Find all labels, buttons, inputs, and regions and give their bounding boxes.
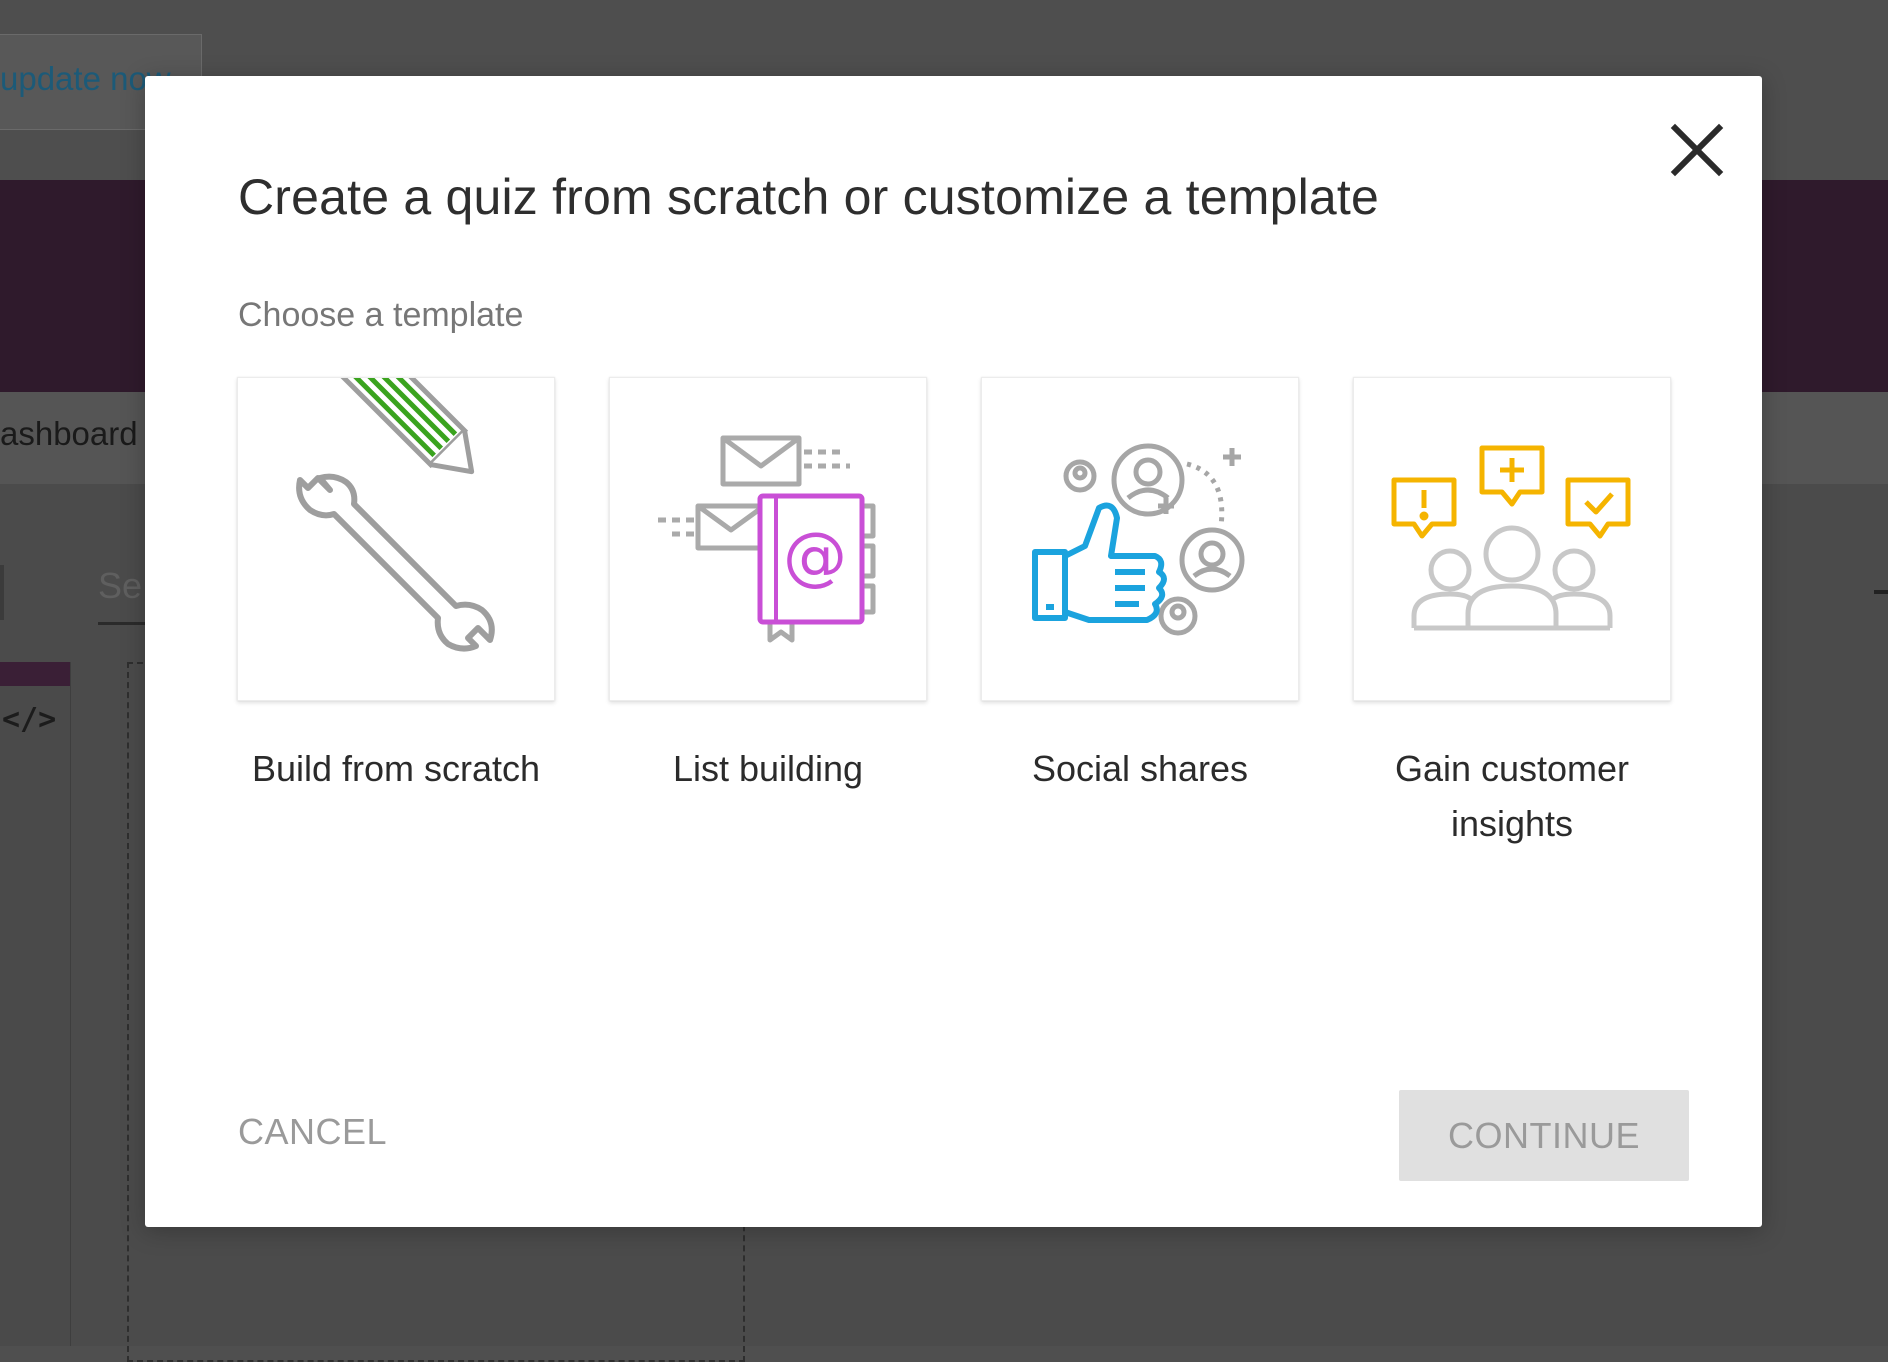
template-card-label: Social shares — [1031, 748, 1249, 789]
code-icon: </> — [2, 702, 57, 737]
background-search-input: Se — [98, 565, 143, 606]
close-icon — [1670, 123, 1724, 177]
template-card-label: Build from scratch — [251, 748, 541, 789]
background-fragment — [0, 565, 4, 620]
template-card-gain-customer-insights[interactable]: Gain customer insights — [1353, 377, 1671, 851]
background-fragment-right — [1874, 590, 1888, 594]
background-left-panel — [0, 662, 71, 1346]
continue-button[interactable]: CONTINUE — [1399, 1090, 1689, 1181]
close-button[interactable] — [1667, 120, 1727, 180]
template-card-build-from-scratch[interactable]: Build from scratch — [237, 377, 555, 796]
choose-template-label: Choose a template — [238, 296, 524, 334]
nav-dashboard-link: ashboard — [0, 415, 138, 452]
dialog-title: Create a quiz from scratch or customize … — [238, 169, 1380, 225]
pencil-wrench-icon — [296, 378, 495, 652]
cancel-button[interactable]: CANCEL — [238, 1111, 387, 1153]
customer-feedback-icon — [1391, 445, 1631, 631]
template-card-label: Gain customer insights — [1394, 748, 1630, 844]
thumbs-up-share-icon — [1032, 443, 1245, 636]
template-card-image: @ — [609, 377, 927, 701]
background-left-tab — [0, 662, 70, 686]
svg-text:@: @ — [783, 520, 847, 594]
template-card-list-building[interactable]: @ List building — [609, 377, 927, 796]
template-card-image — [981, 377, 1299, 701]
template-card-label: List building — [672, 748, 864, 789]
template-dialog: Create a quiz from scratch or customize … — [145, 76, 1762, 1227]
template-card-image — [237, 377, 555, 701]
email-address-book-icon: @ — [658, 435, 876, 643]
template-card-social-shares[interactable]: Social shares — [981, 377, 1299, 796]
template-card-image — [1353, 377, 1671, 701]
